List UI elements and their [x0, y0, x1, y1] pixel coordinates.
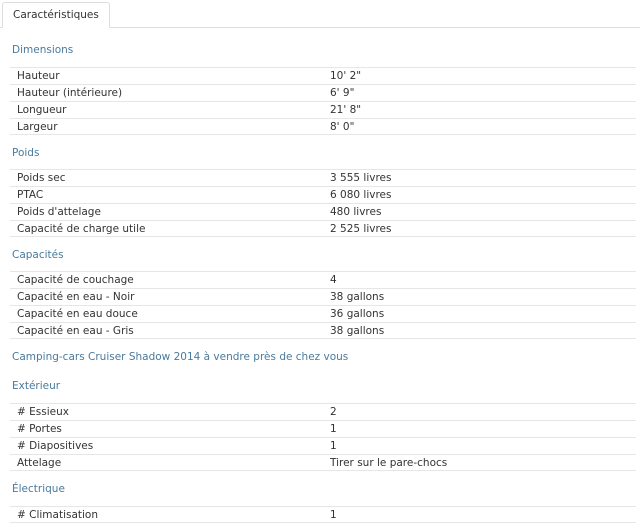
spec-value: 10' 2"	[330, 70, 362, 82]
spec-value: 2	[330, 406, 337, 418]
spec-label: # Portes	[17, 423, 62, 435]
spec-label: Longueur	[17, 104, 67, 116]
spec-label: # Essieux	[17, 406, 69, 418]
spec-value: 6 080 livres	[330, 189, 392, 201]
spec-label: Capacité en eau - Noir	[17, 291, 135, 303]
table-row: Capacité de charge utile 2 525 livres	[10, 220, 636, 237]
spec-value: 6' 9"	[330, 87, 355, 99]
section-title-exterieur: Extérieur	[12, 380, 61, 392]
spec-label: Capacité en eau douce	[17, 308, 138, 320]
spec-label: Poids sec	[17, 172, 66, 184]
spec-value: 1	[330, 440, 337, 452]
spec-label: # Diapositives	[17, 440, 94, 452]
table-row: Capacité en eau douce 36 gallons	[10, 305, 636, 322]
table-row: Hauteur (intérieure) 6' 9"	[10, 84, 636, 101]
spec-label: Capacité de couchage	[17, 274, 134, 286]
spec-value: Tirer sur le pare-chocs	[330, 457, 448, 469]
table-row: Attelage Tirer sur le pare-chocs	[10, 454, 636, 471]
spec-label: Poids d'attelage	[17, 206, 101, 218]
table-row: Capacité en eau - Noir 38 gallons	[10, 288, 636, 305]
tab-bar: Caractéristiques	[0, 0, 640, 28]
table-row: # Diapositives 1	[10, 437, 636, 454]
table-row: PTAC 6 080 livres	[10, 186, 636, 203]
spec-value: 480 livres	[330, 206, 382, 218]
spec-label: # Climatisation	[17, 509, 99, 521]
spec-label: Largeur	[17, 121, 58, 133]
section-title-electrique: Électrique	[12, 483, 65, 495]
spec-value: 1	[330, 423, 337, 435]
section-title-dimensions: Dimensions	[12, 44, 74, 56]
spec-value: 38 gallons	[330, 325, 385, 337]
table-row: Poids d'attelage 480 livres	[10, 203, 636, 220]
spec-label: Attelage	[17, 457, 62, 469]
related-listings-link[interactable]: Camping-cars Cruiser Shadow 2014 à vendr…	[12, 350, 348, 364]
tab-caracteristiques[interactable]: Caractéristiques	[2, 2, 110, 28]
spec-value: 1	[330, 509, 337, 521]
table-row: Capacité de couchage 4	[10, 271, 636, 288]
spec-value: 2 525 livres	[330, 223, 392, 235]
spec-label: Capacité de charge utile	[17, 223, 146, 235]
spec-value: 36 gallons	[330, 308, 385, 320]
section-title-poids: Poids	[12, 147, 40, 159]
spec-value: 3 555 livres	[330, 172, 392, 184]
spec-label: Hauteur	[17, 70, 60, 82]
spec-value: 4	[330, 274, 337, 286]
spec-label: Capacité en eau - Gris	[17, 325, 134, 337]
section-title-capacites: Capacités	[12, 249, 64, 261]
table-row: Hauteur 10' 2"	[10, 67, 636, 84]
table-row: # Portes 1	[10, 420, 636, 437]
table-row: Largeur 8' 0"	[10, 118, 636, 135]
table-row: Capacité en eau - Gris 38 gallons	[10, 322, 636, 339]
table-row: Poids sec 3 555 livres	[10, 169, 636, 186]
table-row: Longueur 21' 8"	[10, 101, 636, 118]
spec-value: 21' 8"	[330, 104, 362, 116]
spec-label: Hauteur (intérieure)	[17, 87, 123, 99]
spec-label: PTAC	[17, 189, 44, 201]
table-row: # Climatisation 1	[10, 506, 636, 523]
spec-value: 38 gallons	[330, 291, 385, 303]
table-row: # Essieux 2	[10, 403, 636, 420]
spec-value: 8' 0"	[330, 121, 355, 133]
